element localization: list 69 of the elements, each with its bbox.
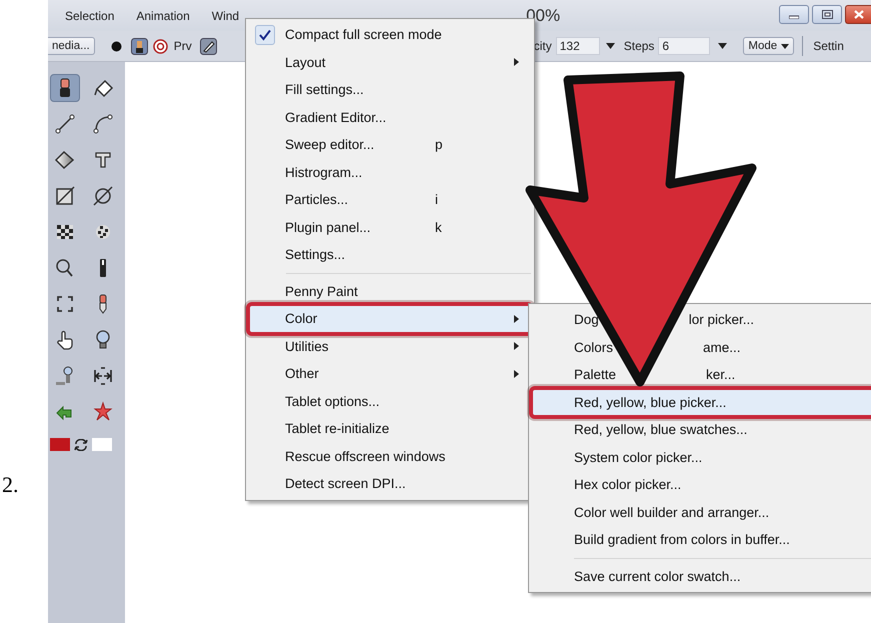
menu-item[interactable]: Red, yellow, blue swatches... — [532, 416, 871, 444]
menu-item[interactable]: Penny Paint — [249, 278, 531, 305]
brush-tile-icon — [130, 38, 148, 54]
menu-item[interactable]: Particles... i — [249, 186, 531, 214]
mode-button[interactable]: Mode — [743, 37, 794, 55]
shortcut-key: p — [435, 137, 443, 152]
menu-item[interactable]: Utilities — [249, 332, 531, 360]
menu-item[interactable]: Gradient Editor... — [249, 104, 531, 131]
menu-item[interactable]: Build gradient from colors in buffer... — [532, 526, 871, 554]
menu-bar-item[interactable]: Animation — [136, 8, 190, 22]
maximize-button[interactable] — [812, 5, 842, 24]
tool-button[interactable] — [50, 74, 80, 102]
menu-item[interactable]: Save current color swatch... — [532, 562, 871, 590]
steps-label: Steps — [624, 39, 654, 53]
menu-item[interactable]: Tablet re-initialize — [249, 415, 531, 442]
selection-icon — [54, 293, 76, 315]
menu-item[interactable]: Palette ker... — [532, 361, 871, 388]
shortcut-key: k — [435, 220, 442, 235]
menu-bar-item[interactable]: Wind — [212, 8, 240, 22]
preview-label[interactable]: Prv — [174, 39, 192, 53]
target-icon — [152, 38, 168, 54]
checkmark-icon — [259, 28, 271, 41]
caret-icon — [718, 43, 728, 49]
close-button[interactable] — [845, 5, 871, 24]
bar-icon — [100, 257, 106, 279]
shortcut-key: i — [435, 192, 438, 208]
spacing-icon — [92, 365, 114, 387]
step-number: 2. — [2, 472, 18, 498]
menu-item[interactable]: Colors ame... — [532, 334, 871, 361]
menu-item[interactable]: Plugin panel... k — [249, 214, 531, 241]
menu-item[interactable]: Color well builder and arranger... — [532, 498, 871, 526]
color-swatch[interactable] — [50, 438, 70, 451]
menu-item[interactable]: Dog lor picker... — [532, 306, 871, 334]
curve-icon — [92, 113, 114, 135]
opacity-label: city — [534, 39, 552, 53]
menu-item[interactable]: Color — [249, 305, 531, 332]
menu-item[interactable]: Other — [249, 360, 531, 388]
star-pin-icon — [92, 401, 114, 423]
menu-bar-item[interactable]: Selection — [65, 8, 114, 22]
gradient-icon — [54, 149, 76, 171]
menu-item[interactable]: Layout — [249, 48, 531, 76]
dot-icon — [110, 40, 122, 52]
color-swatch[interactable] — [92, 438, 112, 451]
line-icon — [54, 113, 76, 135]
steps-field[interactable]: 6 — [658, 37, 710, 55]
caret-icon — [781, 44, 790, 48]
pen-tile-icon — [200, 38, 217, 54]
rectangle-icon — [54, 185, 76, 207]
maximize-icon — [822, 10, 832, 19]
menu-item[interactable]: System color picker... — [532, 444, 871, 471]
menu-item[interactable]: Red, yellow, blue picker... — [532, 388, 871, 416]
menu-item[interactable]: Histrogram... — [249, 158, 531, 186]
opacity-field[interactable]: 132 — [556, 37, 600, 55]
close-icon — [854, 10, 864, 19]
caret-icon — [606, 43, 615, 49]
paint-bucket-icon — [92, 77, 114, 99]
menu-item[interactable]: Settings... — [249, 241, 531, 268]
menu-item[interactable]: Rescue offscreen windows — [249, 442, 531, 470]
menu-item[interactable]: Tablet options... — [249, 388, 531, 415]
media-button[interactable]: nedia... — [48, 37, 95, 55]
menu-item[interactable]: Sweep editor... p — [249, 131, 531, 158]
ellipse-icon — [92, 185, 114, 207]
menu-item[interactable]: Compact full screen mode — [249, 21, 531, 48]
swap-icon — [74, 438, 88, 450]
menu-item[interactable]: Fill settings... — [249, 76, 531, 104]
menu-item[interactable]: Hex color picker... — [532, 471, 871, 498]
minimize-button[interactable] — [779, 5, 809, 24]
settings-label[interactable]: Settin — [813, 39, 844, 53]
menu-item[interactable]: Detect screen DPI... — [249, 470, 531, 498]
